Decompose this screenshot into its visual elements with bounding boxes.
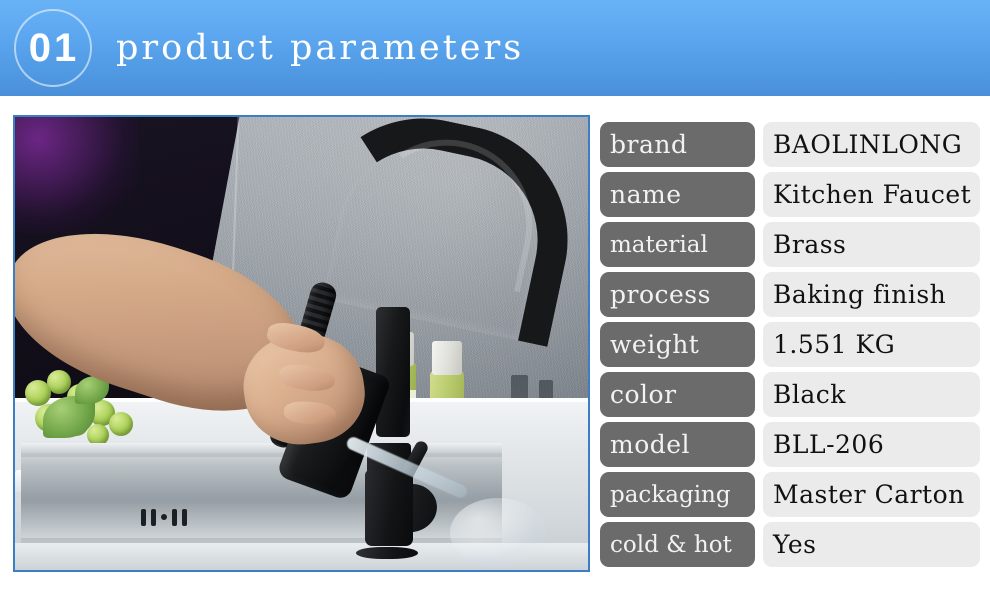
purple-highlight xyxy=(15,117,140,233)
product-parameters-table: brand BAOLINLONG name Kitchen Faucet mat… xyxy=(600,122,980,572)
overflow-slot xyxy=(141,508,147,526)
grape xyxy=(46,370,71,395)
spec-value-packaging: Master Carton xyxy=(763,472,980,517)
grape xyxy=(108,412,133,437)
table-row: material Brass xyxy=(600,222,980,267)
product-photo-scene xyxy=(15,117,588,570)
spec-value-cold-and-hot: Yes xyxy=(763,522,980,567)
table-row: weight 1.551 KG xyxy=(600,322,980,367)
spec-value-model: BLL-206 xyxy=(763,422,980,467)
spec-value-weight: 1.551 KG xyxy=(763,322,980,367)
overflow-slot xyxy=(172,508,178,526)
overflow-slot xyxy=(151,508,157,526)
table-row: name Kitchen Faucet xyxy=(600,172,980,217)
spec-label-name: name xyxy=(600,172,755,217)
table-row: process Baking finish xyxy=(600,272,980,317)
spec-label-material: material xyxy=(600,222,755,267)
product-photo xyxy=(13,115,590,572)
spec-label-packaging: packaging xyxy=(600,472,755,517)
spec-value-name: Kitchen Faucet xyxy=(763,172,980,217)
table-row: model BLL-206 xyxy=(600,422,980,467)
table-row: cold & hot Yes xyxy=(600,522,980,567)
spec-label-cold-and-hot: cold & hot xyxy=(600,522,755,567)
bottle-cap xyxy=(432,340,463,375)
spec-label-model: model xyxy=(600,422,755,467)
overflow-slot xyxy=(182,508,188,526)
sink-overflow-slots xyxy=(141,508,188,526)
page-header: 01 product parameters xyxy=(0,0,990,96)
spec-value-process: Baking finish xyxy=(763,272,980,317)
step-number-badge: 01 xyxy=(14,9,92,87)
spec-label-process: process xyxy=(600,272,755,317)
spec-label-color: color xyxy=(600,372,755,417)
table-row: brand BAOLINLONG xyxy=(600,122,980,167)
sink-rim xyxy=(20,443,503,454)
spec-value-material: Brass xyxy=(763,222,980,267)
faucet-base-ring xyxy=(355,547,418,560)
spec-value-brand: BAOLINLONG xyxy=(763,122,980,167)
faucet-base xyxy=(364,470,413,547)
spec-value-color: Black xyxy=(763,372,980,417)
overflow-dot xyxy=(161,514,168,521)
water-splash xyxy=(450,497,547,568)
faucet-column xyxy=(375,307,410,438)
page-title: product parameters xyxy=(116,28,525,68)
spec-label-brand: brand xyxy=(600,122,755,167)
spec-label-weight: weight xyxy=(600,322,755,367)
table-row: color Black xyxy=(600,372,980,417)
table-row: packaging Master Carton xyxy=(600,472,980,517)
step-number-text: 01 xyxy=(28,26,80,70)
